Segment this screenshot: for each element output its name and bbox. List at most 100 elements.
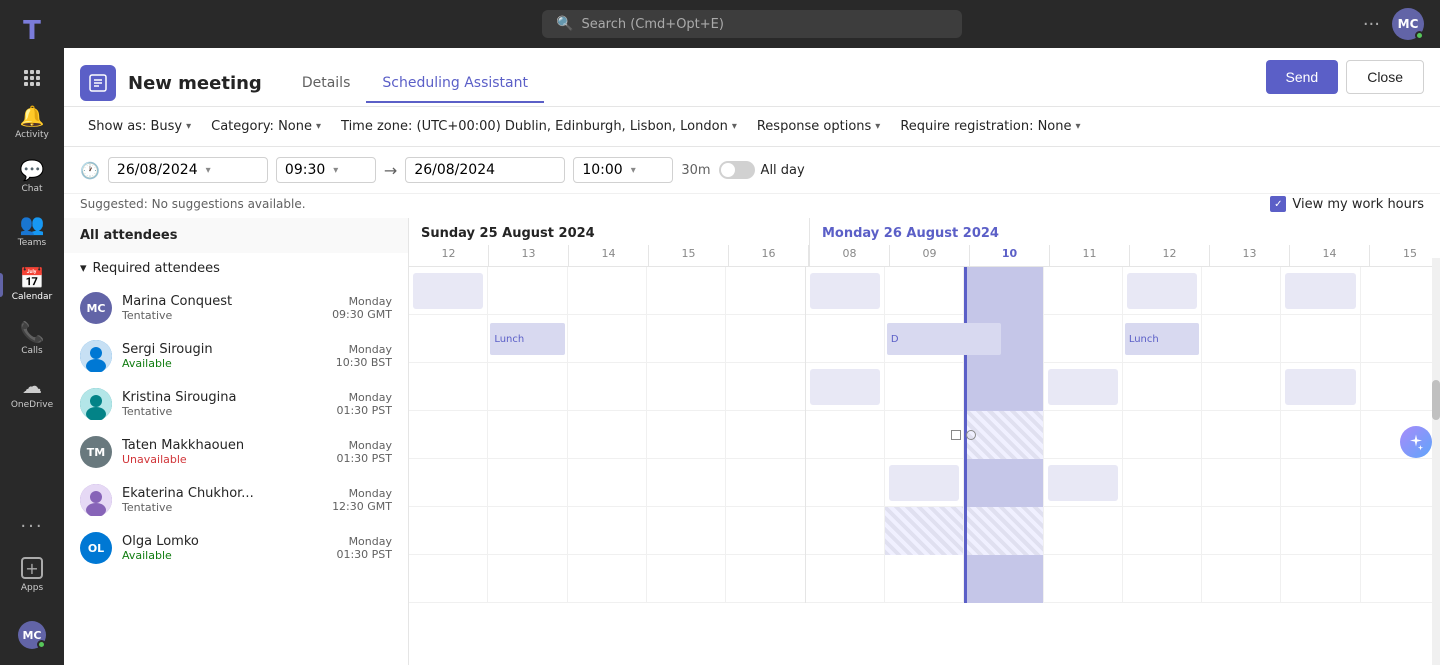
attendee-row-ec: Ekaterina Chukhor... Tentative Monday 12… — [64, 476, 408, 524]
tab-details[interactable]: Details — [286, 65, 367, 103]
calendar-icon: 📅 — [20, 268, 45, 288]
attendee-name-ss: Sergi Sirougin — [122, 342, 326, 357]
hour-15m: 15 — [1370, 245, 1440, 266]
hour-15: 15 — [649, 245, 729, 266]
work-hours-label: View my work hours — [1292, 197, 1424, 212]
cell-mon-12 — [1123, 267, 1202, 315]
mc-mon-13 — [1202, 315, 1281, 363]
tm-sun-12 — [409, 459, 488, 507]
work-hours-container[interactable]: ✓ View my work hours — [1270, 196, 1424, 212]
ol-mon-14 — [1281, 555, 1360, 603]
show-as-label: Show as: Busy — [88, 119, 182, 134]
ss-mon-14 — [1281, 363, 1360, 411]
mc-sun-16 — [726, 315, 805, 363]
mc-mon-11 — [1044, 315, 1123, 363]
search-box[interactable]: 🔍 Search (Cmd+Opt+E) — [542, 10, 962, 38]
attendee-avatar-tm: TM — [80, 436, 112, 468]
registration-picker[interactable]: Require registration: None ▾ — [892, 115, 1088, 138]
close-button[interactable]: Close — [1346, 60, 1424, 94]
sunday-group: Sunday 25 August 2024 12 13 14 15 16 — [409, 218, 810, 266]
sidebar-item-apps-label: Apps — [21, 583, 43, 593]
sidebar-item-activity[interactable]: 🔔 Activity — [4, 98, 60, 148]
sidebar-item-calendar-label: Calendar — [12, 292, 52, 302]
tab-scheduling-assistant[interactable]: Scheduling Assistant — [366, 65, 544, 103]
meeting-icon — [80, 65, 116, 101]
attendee-gmt-ss: 10:30 BST — [336, 356, 392, 369]
attendee-row-ks: Kristina Sirougina Tentative Monday 01:3… — [64, 380, 408, 428]
attendee-day-tm: Monday — [336, 439, 392, 452]
ol-sun-15 — [647, 555, 726, 603]
suggestion-row: Suggested: No suggestions available. ✓ V… — [64, 194, 1440, 218]
show-as-picker[interactable]: Show as: Busy ▾ — [80, 115, 199, 138]
all-day-label: All day — [761, 163, 805, 178]
attendee-gmt-ec: 12:30 GMT — [332, 500, 392, 513]
sidebar-item-calls-label: Calls — [21, 346, 43, 356]
sidebar-item-more[interactable]: ··· — [4, 508, 60, 545]
timezone-picker[interactable]: Time zone: (UTC+00:00) Dublin, Edinburgh… — [333, 115, 745, 138]
hour-14: 14 — [569, 245, 649, 266]
ol-mon-15 — [1361, 555, 1440, 603]
sidebar-item-onedrive[interactable]: ☁ OneDrive — [4, 368, 60, 418]
ks-sun-16 — [726, 411, 805, 459]
start-date-input[interactable]: 26/08/2024 ▾ — [108, 157, 268, 183]
toolbar: Show as: Busy ▾ Category: None ▾ Time zo… — [64, 107, 1440, 147]
ec-sun-14 — [568, 507, 647, 555]
attendee-status-ec: Tentative — [122, 501, 322, 514]
tm-block-09 — [889, 465, 959, 501]
hour-12: 12 — [409, 245, 489, 266]
sidebar-item-chat[interactable]: 💬 Chat — [4, 152, 60, 202]
required-attendees-section[interactable]: ▾ Required attendees — [64, 253, 408, 284]
attendee-name-ks: Kristina Sirougina — [122, 390, 326, 405]
sidebar-item-teams[interactable]: 👥 Teams — [4, 206, 60, 256]
ss-block-08 — [810, 369, 880, 405]
sidebar-item-calendar[interactable]: 📅 Calendar — [4, 260, 60, 310]
end-date-input[interactable]: 26/08/2024 — [405, 157, 565, 183]
sidebar-item-apps[interactable]: + Apps — [4, 549, 60, 601]
search-placeholder: Search (Cmd+Opt+E) — [581, 17, 724, 32]
cell-mon-09 — [885, 267, 964, 315]
scrollbar-thumb[interactable] — [1432, 380, 1440, 420]
ol-mon-09 — [885, 555, 964, 603]
ks-mon-10 — [964, 411, 1043, 459]
end-time-input[interactable]: 10:00 ▾ — [573, 157, 673, 183]
send-button[interactable]: Send — [1266, 60, 1339, 94]
cell-mon-11 — [1044, 267, 1123, 315]
end-time-chevron-icon: ▾ — [631, 165, 636, 176]
cell-mon-10-selected — [964, 267, 1043, 315]
ss-mon-10 — [964, 363, 1043, 411]
topbar-avatar[interactable]: MC — [1392, 8, 1424, 40]
attendee-time-ol: Monday 01:30 PST — [336, 535, 392, 561]
sidebar-item-onedrive-label: OneDrive — [11, 400, 53, 410]
search-icon: 🔍 — [556, 16, 573, 32]
start-time-input[interactable]: 09:30 ▾ — [276, 157, 376, 183]
attendee-gmt-ks: 01:30 PST — [336, 404, 392, 417]
all-attendees-grid-row — [409, 267, 1440, 315]
attendee-day-ks: Monday — [336, 391, 392, 404]
registration-label: Require registration: None — [900, 119, 1071, 134]
attendee-status-ss: Available — [122, 357, 326, 370]
attendee-avatar-ks — [80, 388, 112, 420]
sidebar-item-grid[interactable] — [4, 62, 60, 94]
copilot-button[interactable] — [1400, 426, 1432, 458]
calendar-grid-body: Lunch D Mark Lu — [409, 267, 1440, 665]
ss-sun-12 — [409, 363, 488, 411]
attendee-gmt-ol: 01:30 PST — [336, 548, 392, 561]
monday-hours: 08 09 10 11 12 13 14 15 — [810, 245, 1440, 266]
topbar-online-indicator — [1415, 31, 1424, 40]
all-day-toggle[interactable] — [719, 161, 755, 179]
more-options-icon[interactable]: ··· — [1363, 14, 1380, 35]
ks-circle-right — [966, 430, 976, 440]
attendees-panel: All attendees ▾ Required attendees MC Ma… — [64, 218, 409, 665]
clock-icon: 🕐 — [80, 161, 100, 180]
sidebar-item-calls[interactable]: 📞 Calls — [4, 314, 60, 364]
attendee-time-ks: Monday 01:30 PST — [336, 391, 392, 417]
end-date-value: 26/08/2024 — [414, 162, 495, 178]
response-options-picker[interactable]: Response options ▾ — [749, 115, 888, 138]
sidebar-user-avatar[interactable]: MC — [4, 613, 60, 657]
taten-grid-row — [409, 459, 1440, 507]
ol-selected — [964, 555, 1042, 603]
work-hours-checkbox[interactable]: ✓ — [1270, 196, 1286, 212]
category-picker[interactable]: Category: None ▾ — [203, 115, 329, 138]
suggestion-text: Suggested: No suggestions available. — [80, 197, 306, 211]
timezone-label: Time zone: (UTC+00:00) Dublin, Edinburgh… — [341, 119, 728, 134]
